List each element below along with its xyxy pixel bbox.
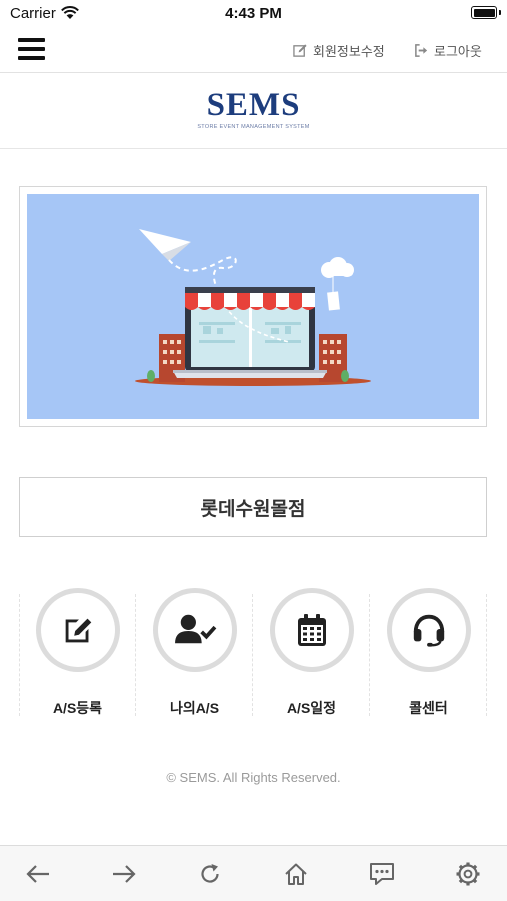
reload-icon[interactable] bbox=[192, 858, 228, 890]
hamburger-menu-icon[interactable] bbox=[18, 38, 45, 60]
settings-gear-icon[interactable] bbox=[450, 858, 486, 890]
my-as-button[interactable]: 나의A/S bbox=[136, 588, 253, 718]
sign-out-icon bbox=[415, 44, 428, 57]
back-arrow-icon[interactable] bbox=[20, 858, 56, 890]
sems-logo[interactable]: SEMS bbox=[0, 87, 507, 123]
banner bbox=[19, 186, 487, 427]
clock: 4:43 PM bbox=[225, 5, 282, 22]
battery-tip bbox=[499, 10, 501, 15]
main-menu: A/S등록 나의A/S A/S일정 콜센터 bbox=[19, 588, 487, 718]
logo-area: SEMS STORE EVENT MANAGEMENT SYSTEM bbox=[0, 73, 507, 149]
menu-circle bbox=[152, 588, 237, 672]
top-nav: 회원정보수정 로그아웃 bbox=[0, 28, 507, 73]
menu-label: 나의A/S bbox=[169, 700, 220, 716]
home-icon[interactable] bbox=[278, 858, 314, 890]
banner-illustration bbox=[27, 194, 479, 419]
menu-label: A/S일정 bbox=[286, 700, 337, 716]
logo-subtitle: STORE EVENT MANAGEMENT SYSTEM bbox=[197, 124, 310, 130]
copyright-text: © SEMS. All Rights Reserved. bbox=[166, 770, 341, 785]
menu-circle bbox=[386, 588, 471, 672]
edit-square-icon bbox=[293, 44, 307, 57]
battery-icon bbox=[471, 6, 497, 19]
logout-label: 로그아웃 bbox=[434, 44, 482, 59]
bottom-toolbar bbox=[0, 845, 507, 901]
as-register-button[interactable]: A/S등록 bbox=[19, 588, 136, 718]
user-check-icon bbox=[174, 614, 216, 644]
status-bar: Carrier 4:43 PM bbox=[0, 0, 507, 28]
menu-label: A/S등록 bbox=[52, 700, 103, 716]
menu-circle bbox=[35, 588, 120, 672]
edit-profile-link[interactable]: 회원정보수정 bbox=[293, 41, 385, 60]
logout-link[interactable]: 로그아웃 bbox=[414, 41, 482, 60]
edit-icon bbox=[65, 618, 91, 643]
as-schedule-button[interactable]: A/S일정 bbox=[253, 588, 370, 718]
menu-label: 콜센터 bbox=[409, 700, 448, 716]
calendar-icon bbox=[297, 614, 326, 646]
store-name-box[interactable]: 롯데수원몰점 bbox=[19, 477, 487, 537]
call-center-button[interactable]: 콜센터 bbox=[370, 588, 487, 718]
menu-circle bbox=[269, 588, 354, 672]
edit-profile-label: 회원정보수정 bbox=[313, 44, 385, 59]
forward-arrow-icon[interactable] bbox=[106, 858, 142, 890]
headset-icon bbox=[413, 614, 444, 647]
store-name: 롯데수원몰점 bbox=[200, 498, 306, 520]
chat-icon[interactable] bbox=[364, 858, 400, 890]
